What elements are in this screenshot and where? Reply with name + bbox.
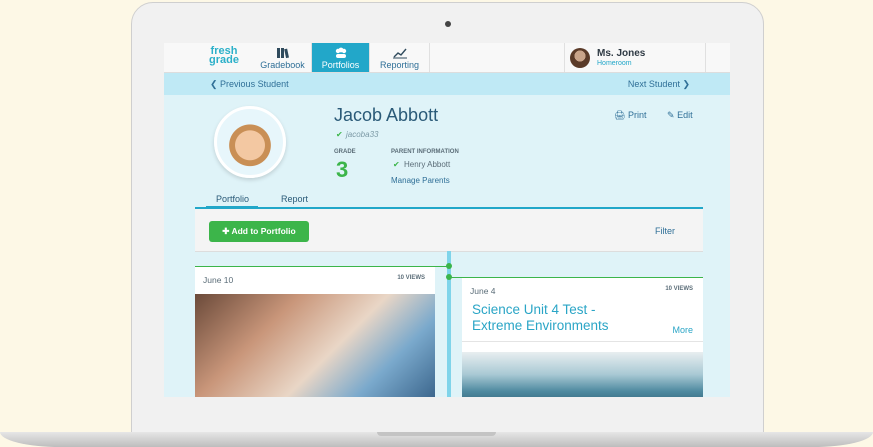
pencil-icon: ✎: [667, 110, 675, 120]
student-name: Jacob Abbott: [334, 105, 439, 125]
portfolio-card[interactable]: June 10 10 VIEWS: [195, 267, 435, 397]
freshgrade-logo[interactable]: fresh grade: [194, 46, 254, 69]
print-button[interactable]: 🖨 Print: [614, 110, 646, 121]
student-nav-bar: ❮ Previous Student Next Student ❯: [164, 73, 730, 95]
teacher-avatar: [570, 48, 590, 68]
manage-parents-link[interactable]: Manage Parents: [391, 176, 450, 185]
print-label: Print: [627, 110, 647, 120]
timeline-dot: [446, 274, 452, 280]
tab-portfolio[interactable]: Portfolio: [216, 194, 249, 204]
nav-gradebook[interactable]: Gradebook: [254, 43, 312, 72]
nav-portfolios[interactable]: Portfolios: [312, 43, 370, 72]
timeline-dot: [446, 263, 452, 269]
parent-info-label: PARENT INFORMATION: [391, 149, 459, 155]
edit-label: Edit: [677, 110, 693, 120]
student-avatar: [214, 106, 286, 178]
add-to-portfolio-label: Add to Portfolio: [231, 226, 296, 236]
add-to-portfolio-button[interactable]: ✚ Add to Portfolio: [209, 221, 309, 242]
portfolio-card[interactable]: June 4 10 VIEWS Science Unit 4 Test - Ex…: [462, 278, 703, 397]
logo-line-2: grade: [209, 54, 239, 66]
portfolio-toolbar: ✚ Add to Portfolio Filter: [195, 209, 703, 252]
card-title[interactable]: Science Unit 4 Test - Extreme Environmen…: [472, 302, 642, 334]
previous-student-link[interactable]: ❮ Previous Student: [210, 79, 289, 90]
top-nav: fresh grade Gradebook Portfolios Reporti…: [164, 43, 730, 73]
nav-reporting-label: Reporting: [379, 60, 420, 70]
grade-value: 3: [336, 157, 349, 182]
parent-name: Henry Abbott: [404, 160, 451, 169]
laptop-notch: [377, 432, 496, 436]
chart-icon: [392, 48, 407, 59]
chevron-left-icon: ❮: [210, 79, 221, 89]
previous-student-label: Previous Student: [220, 79, 289, 89]
card-date: June 10: [203, 275, 234, 285]
grade-label: GRADE: [334, 149, 356, 155]
teacher-role: Homeroom: [597, 60, 632, 67]
screen: fresh grade Gradebook Portfolios Reporti…: [164, 43, 730, 397]
card-views: 10 VIEWS: [397, 275, 425, 281]
next-student-label: Next Student: [627, 79, 680, 89]
camera-dot: [445, 21, 451, 27]
card-date: June 4: [470, 286, 496, 296]
teacher-name: Ms. Jones: [597, 48, 646, 59]
check-icon: ✔: [393, 160, 400, 169]
people-icon: [335, 47, 346, 58]
filter-button[interactable]: Filter: [655, 226, 675, 236]
student-username: jacoba33: [346, 130, 379, 139]
nav-reporting[interactable]: Reporting: [370, 43, 430, 72]
books-icon: [276, 48, 289, 59]
card-divider: [462, 341, 703, 342]
active-tab-indicator: [206, 206, 258, 208]
card-views: 10 VIEWS: [665, 286, 693, 292]
user-menu[interactable]: Ms. Jones Homeroom: [564, 43, 706, 72]
chevron-right-icon: ❯: [679, 79, 690, 89]
nav-portfolios-label: Portfolios: [321, 60, 360, 70]
next-student-link[interactable]: Next Student ❯: [628, 79, 690, 90]
timeline-line: [447, 251, 451, 397]
printer-icon: 🖨: [614, 110, 626, 120]
check-icon: ✔: [336, 130, 343, 139]
card-photo: [462, 352, 703, 397]
nav-gradebook-label: Gradebook: [260, 60, 305, 70]
edit-button[interactable]: ✎ Edit: [667, 110, 693, 121]
card-more-link[interactable]: More: [672, 325, 693, 335]
tab-report[interactable]: Report: [281, 194, 308, 204]
card-photo: [195, 294, 435, 397]
